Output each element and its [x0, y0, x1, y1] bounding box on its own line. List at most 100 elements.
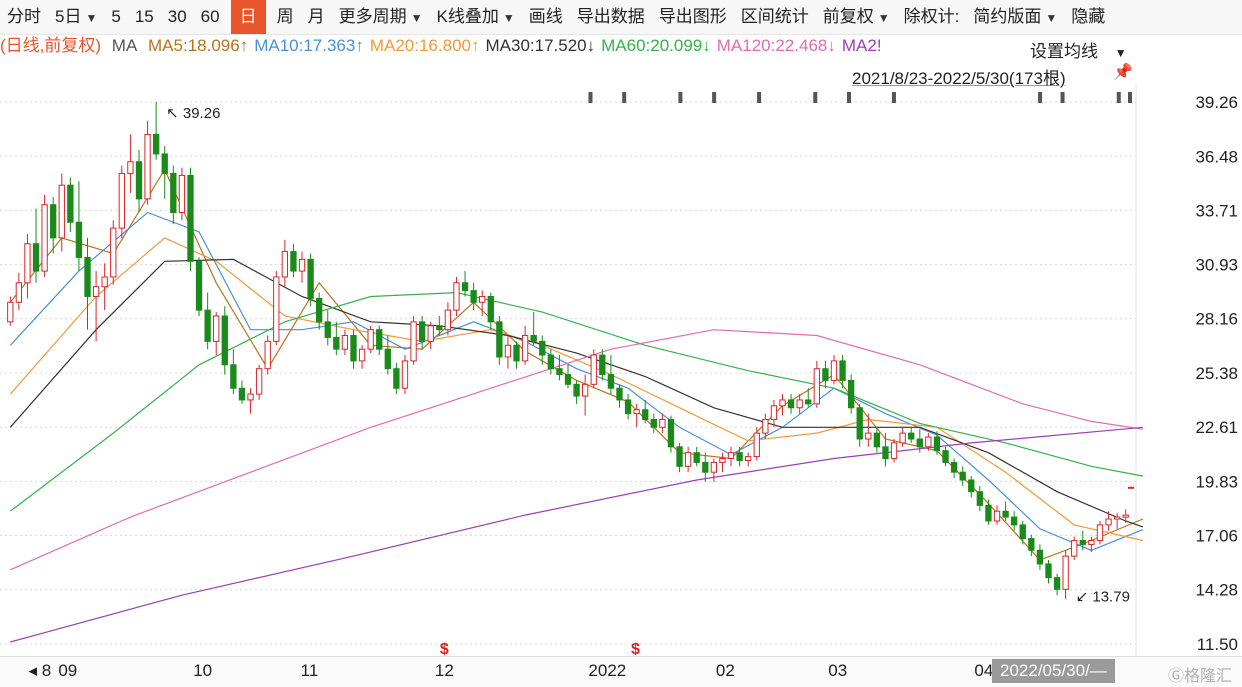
candle-body	[15, 282, 23, 303]
chevron-down-icon: ▼	[85, 11, 98, 25]
candle-body	[745, 456, 752, 461]
period-tab[interactable]: 周	[270, 0, 301, 34]
event-marker-icon	[847, 92, 851, 103]
candle-body	[67, 184, 74, 223]
candle-body	[890, 442, 898, 460]
candle-body	[187, 174, 194, 262]
candle-body	[976, 491, 984, 506]
period-tab[interactable]: 60	[194, 0, 227, 34]
period-tab[interactable]: 5日 ▼	[48, 0, 104, 34]
period-tab-label: 30	[167, 7, 187, 26]
candle-body	[873, 432, 881, 448]
candle-body	[144, 133, 151, 200]
candle-body	[170, 172, 177, 214]
candle-body	[504, 344, 512, 358]
event-marker-icon	[1128, 92, 1132, 103]
candle-body	[393, 368, 400, 389]
candle-body	[367, 329, 374, 350]
candle-body	[642, 409, 649, 420]
candle-body	[590, 354, 597, 385]
period-tab[interactable]: 月	[301, 0, 332, 34]
period-tab[interactable]: 5	[104, 0, 127, 34]
period-tab-label: 除权计:	[903, 7, 960, 26]
period-tab-label: 分时	[7, 7, 41, 26]
candle-body	[616, 387, 623, 401]
candle-body	[1122, 514, 1129, 518]
period-tab[interactable]: 简约版面 ▼	[966, 0, 1064, 34]
period-tab[interactable]: 除权计:	[897, 0, 967, 34]
candle-body	[298, 258, 306, 272]
candle-body	[1105, 518, 1112, 526]
candle-body	[333, 336, 340, 350]
period-tab[interactable]: K线叠加 ▼	[429, 0, 521, 34]
candle-body	[7, 301, 14, 323]
period-tab[interactable]: 前复权 ▼	[816, 0, 897, 34]
ma-line-ma120	[10, 329, 1143, 571]
period-tab[interactable]: 画线	[522, 0, 570, 34]
period-tab[interactable]: 隐藏	[1064, 0, 1112, 34]
candlestick-chart[interactable]: 39.26 36.48 33.71 30.93 28.16 25.38 22.61 19.83…	[0, 84, 1242, 656]
ma-legend-item: MA5:18.096↑	[148, 36, 249, 55]
candle-body	[195, 260, 203, 311]
candle-body	[822, 368, 829, 381]
ma-settings-button[interactable]: 设置均线 ▼	[1030, 37, 1127, 62]
period-tab-label: 5	[111, 7, 121, 26]
ma-prefix: (日线,前复权)	[0, 36, 102, 55]
candle-body	[753, 432, 760, 458]
period-tab[interactable]: 日	[230, 0, 266, 34]
period-tab[interactable]: 导出数据	[570, 0, 652, 34]
candle-body	[942, 450, 949, 463]
x-tick-label: ◂ 8	[28, 661, 52, 680]
period-tab[interactable]: 15	[128, 0, 161, 34]
candle-body	[882, 446, 889, 460]
watermark-text: 格隆汇	[1184, 668, 1233, 685]
candle-body	[547, 354, 554, 370]
candle-body	[41, 204, 48, 272]
candle-body	[865, 432, 872, 440]
candle-body	[676, 446, 683, 467]
ma-legend-item: MA60:20.099↓	[601, 36, 711, 55]
y-tick-label: 11.50	[1197, 635, 1238, 654]
candle-body	[830, 360, 838, 381]
candle-body	[856, 407, 863, 440]
y-tick-label: 25.38	[1195, 364, 1238, 383]
period-tab[interactable]: 导出图形	[652, 0, 734, 34]
x-tick-label: 10	[193, 661, 213, 680]
candle-body	[556, 368, 563, 376]
candle-body	[719, 458, 726, 463]
chevron-down-icon: ▼	[1045, 11, 1058, 25]
candle-body	[513, 344, 520, 362]
candle-body	[444, 309, 452, 331]
candle-body	[152, 133, 160, 155]
period-tab[interactable]: 更多周期 ▼	[332, 0, 430, 34]
candle-body	[350, 335, 357, 362]
candle-body	[1045, 563, 1052, 579]
candle-body	[899, 432, 906, 444]
period-tab[interactable]: 30	[161, 0, 194, 34]
event-marker-icon	[1116, 92, 1121, 103]
period-tab-label: 隐藏	[1071, 7, 1106, 26]
period-tab-label: 5日	[55, 7, 82, 26]
event-marker-icon	[757, 92, 762, 103]
period-tab-label: 前复权	[822, 7, 874, 26]
x-tick-label: 04	[974, 661, 994, 680]
event-marker-icon	[588, 92, 593, 103]
candle-body	[1062, 555, 1069, 590]
period-tab[interactable]: 分时	[0, 0, 48, 34]
candle-body	[633, 409, 640, 415]
candle-body	[487, 295, 494, 323]
period-tab-label: 导出数据	[576, 7, 645, 26]
candle-body	[847, 379, 855, 409]
candle-body	[805, 399, 812, 405]
candle-body	[307, 258, 314, 299]
pin-icon[interactable]: 📌	[1113, 62, 1133, 82]
candle-body	[539, 340, 546, 356]
y-tick-label: 30.93	[1195, 256, 1238, 275]
candle-body	[453, 282, 460, 311]
event-marker-icon	[712, 92, 717, 103]
period-tab-label: 月	[307, 7, 325, 26]
period-tab[interactable]: 区间统计	[734, 0, 816, 34]
candle-body	[101, 276, 108, 288]
candle-body	[624, 399, 632, 415]
candle-body	[779, 399, 786, 407]
